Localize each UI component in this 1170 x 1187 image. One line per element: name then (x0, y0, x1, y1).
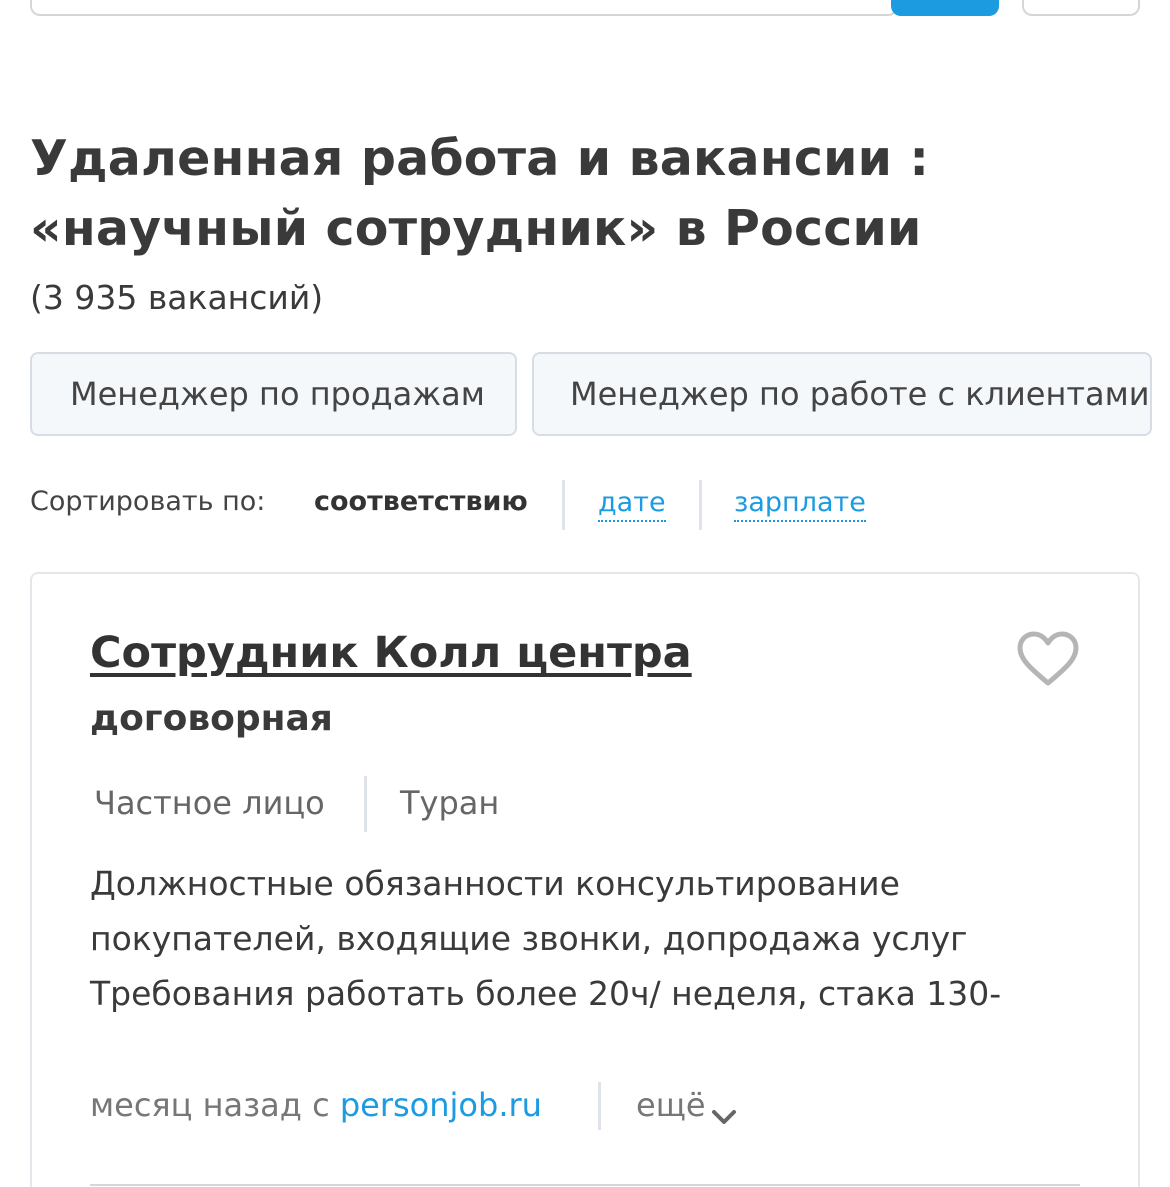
sort-salary-link[interactable]: зарплате (734, 486, 866, 522)
sort-divider (562, 480, 565, 530)
job-description: Должностные обязанности консультирование… (90, 864, 1002, 1013)
chip-sales-manager[interactable]: Менеджер по продажам (30, 352, 517, 436)
more-label: ещё (636, 1086, 706, 1124)
sort-date-link[interactable]: дате (598, 486, 666, 522)
job-location: Туран (400, 784, 500, 822)
sort-relevance-option: соответствию (314, 486, 528, 517)
page: Удаленная работа и вакансии : «научный с… (0, 0, 1170, 1187)
more-button[interactable]: ещё (636, 1086, 738, 1124)
job-salary: договорная (90, 698, 333, 739)
job-card: Сотрудник Колл центра договорная Частное… (30, 572, 1140, 1187)
sort-divider (699, 480, 702, 530)
suggestion-chips: Менеджер по продажам Менеджер по работе … (30, 352, 1170, 438)
page-title-line-1: Удаленная работа и вакансии : (30, 130, 930, 187)
posted-prefix: месяц назад с (90, 1086, 330, 1124)
sort-bar: Сортировать по: соответствию дате зарпла… (30, 480, 1130, 530)
job-meta: Частное лицо Туран (94, 776, 794, 836)
job-posted: месяц назад с personjob.ru (90, 1086, 542, 1124)
sort-label: Сортировать по: (30, 486, 266, 517)
chip-client-manager[interactable]: Менеджер по работе с клиентами (532, 352, 1152, 436)
page-title: Удаленная работа и вакансии : «научный с… (30, 124, 1130, 264)
job-employer: Частное лицо (94, 784, 325, 822)
filter-button[interactable] (1022, 0, 1140, 16)
source-link[interactable]: personjob.ru (340, 1086, 542, 1124)
search-input[interactable] (30, 0, 898, 16)
page-title-line-2: «научный сотрудник» в России (30, 200, 922, 257)
heart-icon[interactable] (1016, 630, 1080, 688)
search-button[interactable] (891, 0, 999, 16)
card-separator (90, 1184, 1080, 1186)
footer-divider (598, 1082, 601, 1130)
job-title-link[interactable]: Сотрудник Колл центра (90, 628, 692, 678)
chevron-down-icon (710, 1097, 738, 1124)
vacancy-count: (3 935 вакансий) (30, 278, 324, 317)
meta-divider (364, 776, 367, 832)
job-footer: месяц назад с personjob.ru ещё (90, 1082, 1090, 1132)
